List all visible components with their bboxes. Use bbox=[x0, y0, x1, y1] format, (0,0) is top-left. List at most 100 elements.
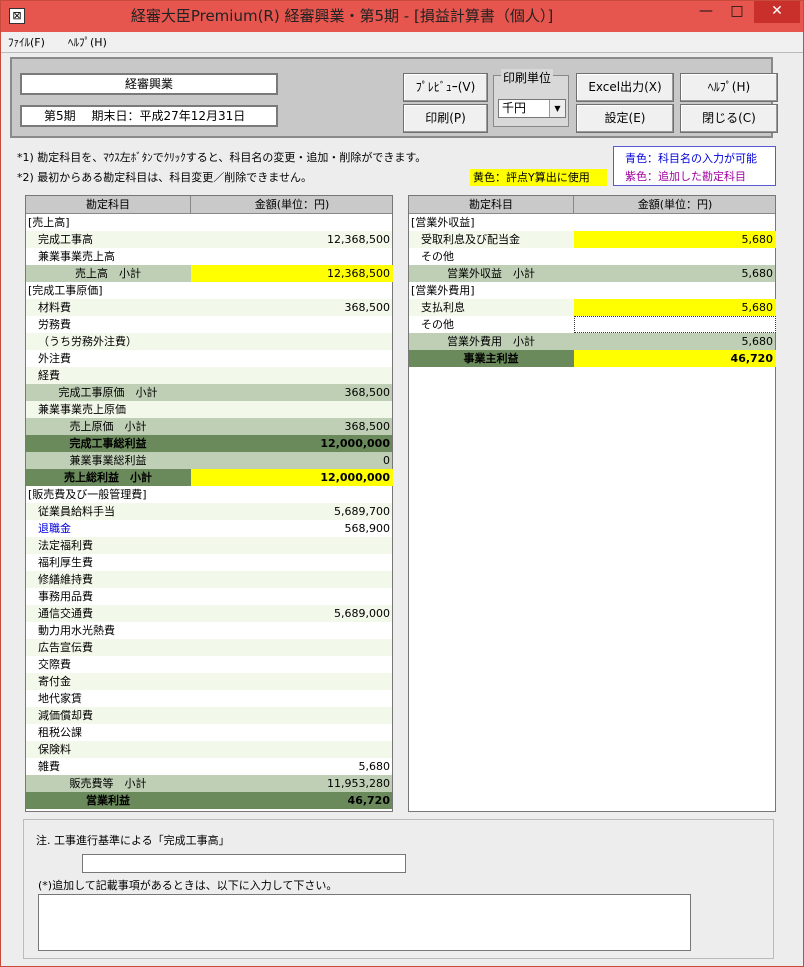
left-table-amount-cell[interactable] bbox=[191, 622, 393, 639]
left-table-amount-cell[interactable] bbox=[191, 588, 393, 605]
left-table-amount-cell[interactable]: 5,689,000 bbox=[191, 605, 393, 622]
left-table-row[interactable]: 広告宣伝費 bbox=[26, 639, 392, 656]
left-table-row[interactable]: 兼業事業総利益 0 bbox=[26, 452, 392, 469]
right-table-row[interactable]: その他 bbox=[409, 248, 775, 265]
left-table-row[interactable]: 福利厚生費 bbox=[26, 554, 392, 571]
left-table-amount-cell[interactable]: 12,368,500 bbox=[191, 231, 393, 248]
left-table-row[interactable]: 労務費 bbox=[26, 316, 392, 333]
right-table-row[interactable]: 支払利息 5,680 bbox=[409, 299, 776, 316]
left-table-row[interactable]: 外注費 bbox=[26, 350, 392, 367]
print-button[interactable]: 印刷(P) bbox=[403, 104, 488, 133]
right-table-amount-cell: 5,680 bbox=[741, 335, 774, 348]
left-table-row[interactable]: 退職金 568,900 bbox=[26, 520, 392, 537]
right-table-amount-cell[interactable] bbox=[574, 316, 776, 333]
chevron-down-icon[interactable]: ▼ bbox=[549, 100, 565, 117]
left-table-header-amount: 金額(単位：円) bbox=[254, 198, 330, 211]
left-table-row[interactable]: 寄付金 bbox=[26, 673, 392, 690]
right-table-row[interactable]: [営業外費用] bbox=[409, 282, 775, 299]
left-table-amount-cell[interactable]: 368,500 bbox=[191, 299, 393, 316]
menu-file[interactable]: ﾌｧｲﾙ(F) bbox=[8, 34, 45, 50]
left-table-row[interactable]: [販売費及び一般管理費] bbox=[26, 486, 392, 503]
left-table-amount-cell[interactable] bbox=[191, 571, 393, 588]
right-table-row[interactable]: 営業外費用 小計 5,680 bbox=[409, 333, 775, 350]
right-table-row[interactable]: [営業外収益] bbox=[409, 214, 775, 231]
left-table-row[interactable]: 動力用水光熱費 bbox=[26, 622, 392, 639]
left-table-amount-cell[interactable] bbox=[191, 741, 393, 758]
left-table-amount-cell[interactable] bbox=[191, 690, 393, 707]
left-table-amount-cell[interactable] bbox=[191, 673, 393, 690]
left-table-row[interactable]: 保険料 bbox=[26, 741, 392, 758]
right-table-account-label: 営業外費用 小計 bbox=[447, 335, 535, 348]
right-table-row[interactable]: 事業主利益 46,720 bbox=[409, 350, 776, 367]
print-unit-value: 千円 bbox=[502, 101, 527, 115]
left-table-row[interactable]: 売上高 小計 12,368,500 bbox=[26, 265, 393, 282]
excel-export-button[interactable]: Excel出力(X) bbox=[576, 73, 674, 102]
legend-yellow: 黄色：評点Y算出に使用 bbox=[470, 169, 607, 186]
title-bar: ⊠ 経審大臣Premium(R) 経審興業・第5期 - [損益計算書（個人）] … bbox=[1, 1, 803, 32]
left-table-amount-cell[interactable] bbox=[191, 707, 393, 724]
left-table-row[interactable]: [完成工事原価] bbox=[26, 282, 392, 299]
left-table-account-label: [販売費及び一般管理費] bbox=[28, 488, 147, 501]
left-table-row[interactable]: 従業員給料手当 5,689,700 bbox=[26, 503, 392, 520]
left-table-amount-cell[interactable] bbox=[191, 656, 393, 673]
additional-notes-textarea[interactable] bbox=[38, 894, 691, 951]
left-table-row[interactable]: 地代家賃 bbox=[26, 690, 392, 707]
left-table-row[interactable]: 販売費等 小計 11,953,280 bbox=[26, 775, 392, 792]
maximize-button[interactable]: □ bbox=[723, 1, 751, 23]
close-button[interactable]: 閉じる(C) bbox=[680, 104, 778, 133]
left-table-row[interactable]: 交際費 bbox=[26, 656, 392, 673]
left-table-row[interactable]: 雑費 5,680 bbox=[26, 758, 392, 775]
left-table-row[interactable]: 営業利益 46,720 bbox=[26, 792, 392, 809]
left-table-row[interactable]: 完成工事高 12,368,500 bbox=[26, 231, 392, 248]
left-table-row[interactable]: [売上高] bbox=[26, 214, 392, 231]
right-table-header-amount: 金額(単位：円) bbox=[637, 198, 713, 211]
left-table-amount-cell[interactable]: 568,900 bbox=[191, 520, 393, 537]
left-table-amount-cell[interactable] bbox=[191, 367, 393, 384]
settings-button[interactable]: 設定(E) bbox=[576, 104, 674, 133]
left-table-account-label: 売上原価 小計 bbox=[69, 420, 147, 433]
left-table-amount-cell[interactable]: 5,689,700 bbox=[191, 503, 393, 520]
left-table-row[interactable]: 完成工事総利益 12,000,000 bbox=[26, 435, 392, 452]
preview-button[interactable]: ﾌﾟﾚﾋﾞｭｰ(V) bbox=[403, 73, 488, 102]
left-table-account-label: 完成工事原価 小計 bbox=[58, 386, 158, 399]
left-table-row[interactable]: （うち労務外注費） bbox=[26, 333, 392, 350]
left-table-row[interactable]: 修繕維持費 bbox=[26, 571, 392, 588]
left-table-amount-cell[interactable] bbox=[191, 316, 393, 333]
print-unit-select[interactable]: 千円 ▼ bbox=[498, 99, 566, 118]
left-table-row[interactable]: 完成工事原価 小計 368,500 bbox=[26, 384, 392, 401]
right-table-account-label: 支払利息 bbox=[421, 301, 465, 314]
menu-help[interactable]: ﾍﾙﾌﾟ(H) bbox=[68, 34, 107, 50]
left-table-row[interactable]: 経費 bbox=[26, 367, 392, 384]
left-table-row[interactable]: 法定福利費 bbox=[26, 537, 392, 554]
right-table-row[interactable]: その他 bbox=[409, 316, 776, 333]
left-table-amount-cell[interactable] bbox=[191, 248, 393, 265]
left-table-amount-cell[interactable] bbox=[191, 639, 393, 656]
left-table-row[interactable]: 売上総利益 小計 12,000,000 bbox=[26, 469, 393, 486]
close-window-button[interactable]: ✕ bbox=[754, 1, 800, 23]
right-table-amount-cell[interactable] bbox=[574, 248, 776, 265]
left-table-row[interactable]: 減価償却費 bbox=[26, 707, 392, 724]
right-table-amount-cell[interactable]: 5,680 bbox=[574, 231, 776, 248]
right-table-row[interactable]: 営業外収益 小計 5,680 bbox=[409, 265, 775, 282]
left-table-row[interactable]: 売上原価 小計 368,500 bbox=[26, 418, 392, 435]
left-table-amount-cell[interactable] bbox=[191, 554, 393, 571]
left-table-amount-cell[interactable] bbox=[191, 537, 393, 554]
left-table-row[interactable]: 材料費 368,500 bbox=[26, 299, 392, 316]
minimize-button[interactable]: — bbox=[692, 1, 720, 23]
right-table-row[interactable]: 受取利息及び配当金 5,680 bbox=[409, 231, 776, 248]
left-table-account-label: 地代家賃 bbox=[38, 692, 82, 705]
left-table-amount-cell[interactable] bbox=[191, 724, 393, 741]
left-table-row[interactable]: 租税公課 bbox=[26, 724, 392, 741]
left-table-row[interactable]: 兼業事業売上高 bbox=[26, 248, 392, 265]
percentage-method-input[interactable] bbox=[82, 854, 406, 873]
left-table-amount-cell[interactable]: 5,680 bbox=[191, 758, 393, 775]
help-button[interactable]: ﾍﾙﾌﾟ(H) bbox=[680, 73, 778, 102]
company-name: 経審興業 bbox=[20, 73, 278, 95]
left-table-row[interactable]: 事務用品費 bbox=[26, 588, 392, 605]
left-table-row[interactable]: 兼業事業売上原価 bbox=[26, 401, 392, 418]
left-table-amount-cell[interactable] bbox=[191, 401, 393, 418]
left-table-row[interactable]: 通信交通費 5,689,000 bbox=[26, 605, 392, 622]
left-table-amount-cell[interactable] bbox=[191, 350, 393, 367]
left-table-amount-cell[interactable] bbox=[191, 333, 393, 350]
right-table-amount-cell[interactable]: 5,680 bbox=[574, 299, 776, 316]
